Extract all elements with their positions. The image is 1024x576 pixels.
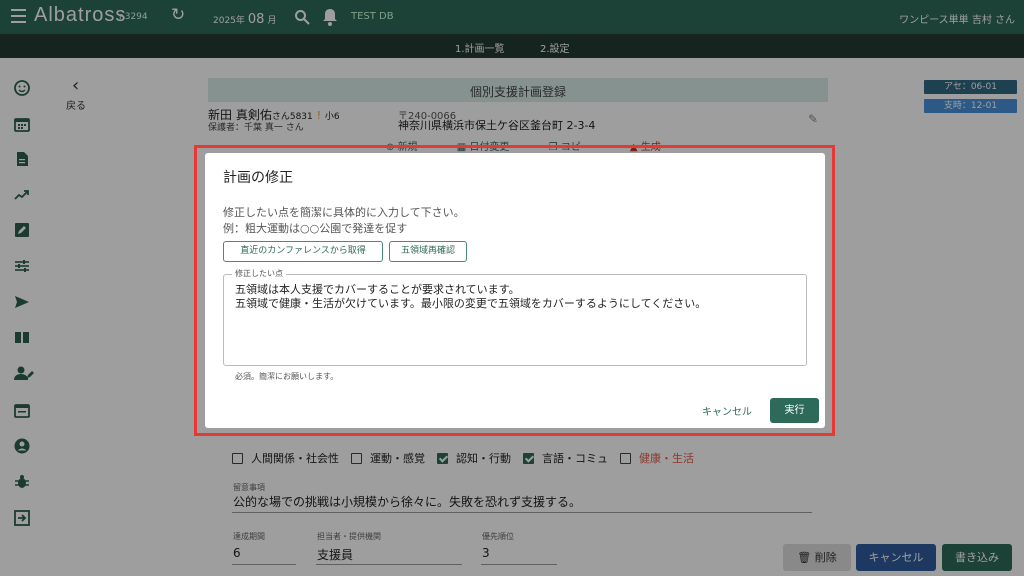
- highlight-frame: [194, 145, 835, 436]
